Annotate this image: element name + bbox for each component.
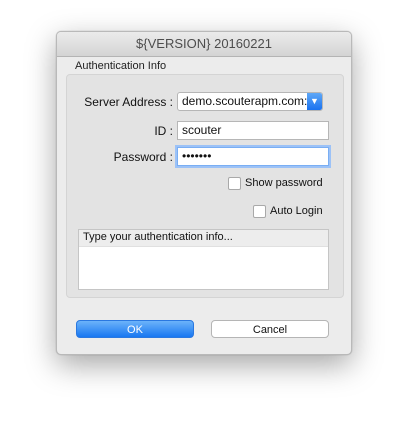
auto-login-checkbox[interactable] — [253, 205, 266, 218]
password-label: Password : — [113, 150, 173, 164]
server-address-combo[interactable]: demo.scouterapm.com:6100 ▼ — [177, 92, 323, 111]
ok-button[interactable]: OK — [76, 320, 194, 338]
login-dialog: ${VERSION} 20160221 Authentication Info … — [56, 31, 352, 355]
message-text: Type your authentication info... — [79, 230, 328, 247]
show-password-checkbox[interactable] — [228, 177, 241, 190]
message-area: Type your authentication info... — [78, 229, 329, 290]
id-field[interactable]: scouter — [177, 121, 329, 140]
auth-group-label: Authentication Info — [75, 60, 167, 72]
id-label: ID : — [154, 124, 173, 138]
cancel-button[interactable]: Cancel — [211, 320, 329, 338]
server-address-label: Server Address : — [84, 95, 173, 109]
chevron-down-icon[interactable]: ▼ — [307, 93, 322, 110]
show-password-label[interactable]: Show password — [245, 177, 323, 189]
window-title: ${VERSION} 20160221 — [57, 32, 351, 57]
server-address-value[interactable]: demo.scouterapm.com:6100 — [182, 94, 310, 108]
auto-login-label[interactable]: Auto Login — [270, 205, 323, 217]
password-field[interactable]: ••••••• — [177, 147, 329, 166]
